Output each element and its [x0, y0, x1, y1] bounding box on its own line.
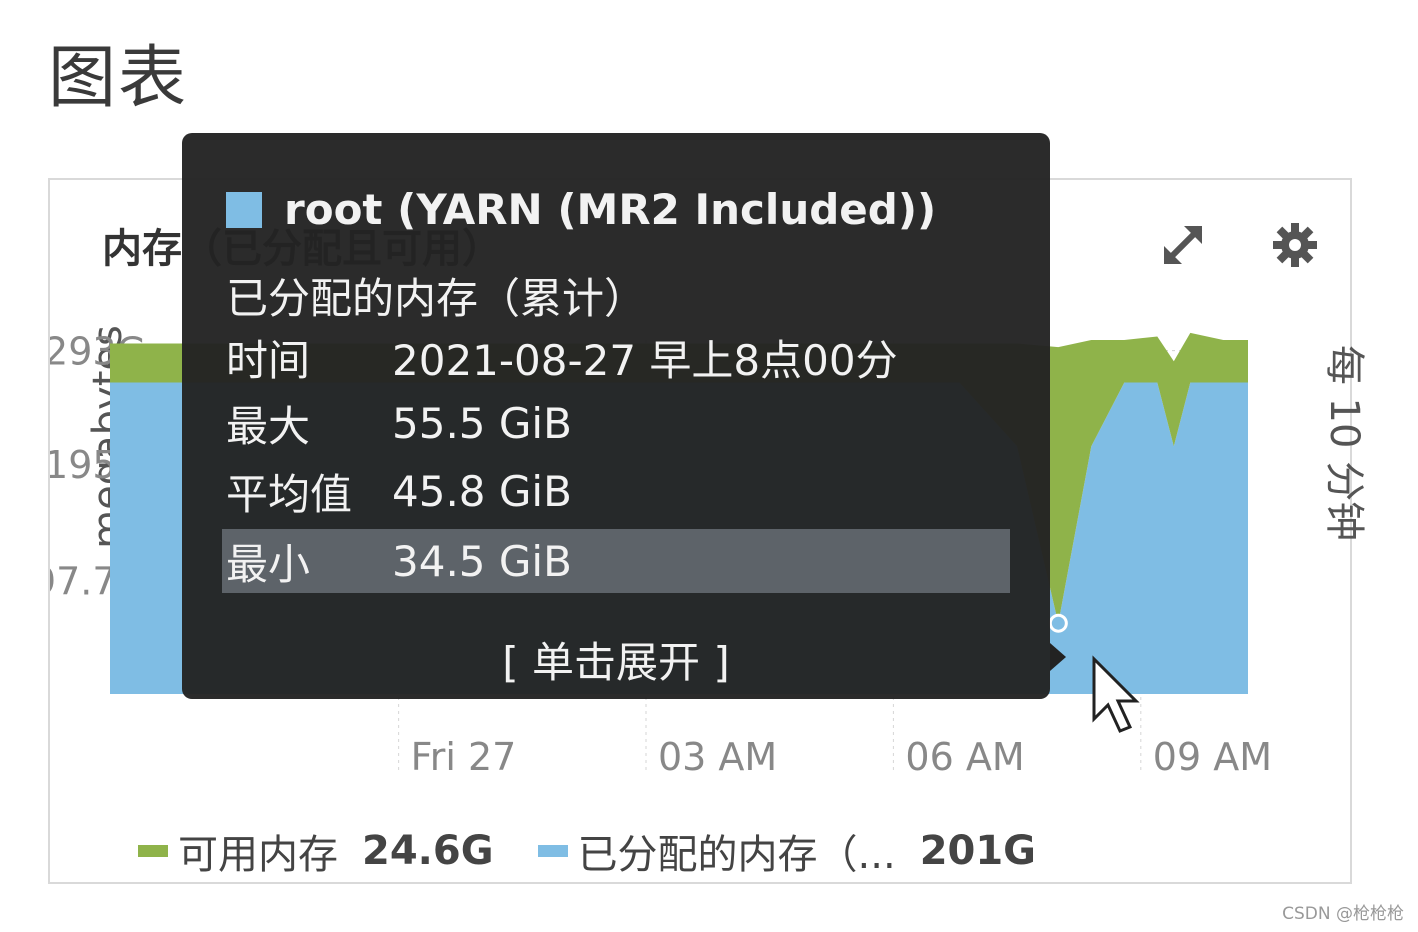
tooltip-value: 2021-08-27 早上8点00分: [392, 335, 898, 385]
tooltip-series-swatch: [226, 191, 262, 228]
chart-tooltip: root (YARN (MR2 Included)) 已分配的内存（累计） 时间…: [182, 133, 1066, 699]
legend-label-available[interactable]: 可用内存: [178, 822, 338, 880]
tooltip-series-name: root (YARN (MR2 Included)): [284, 185, 937, 234]
legend-swatch-allocated: [537, 845, 568, 857]
tooltip-value: 45.8 GiB: [392, 466, 572, 516]
tooltip-series: root (YARN (MR2 Included)): [226, 185, 936, 234]
x-tick-label: 06 AM: [905, 735, 1024, 779]
tooltip-key: 最小: [226, 539, 311, 589]
tooltip-row-max: 最大 55.5 GiB: [226, 391, 572, 455]
tooltip-row-time: 时间 2021-08-27 早上8点00分: [226, 325, 898, 389]
tooltip-row-min: 最小 34.5 GiB: [222, 529, 1010, 593]
tooltip-metric: 已分配的内存（累计）: [226, 274, 647, 323]
legend-swatch-available: [138, 845, 168, 857]
legend-value-available: 24.6G: [362, 828, 494, 874]
x-tick-label: 09 AM: [1153, 735, 1272, 779]
tooltip-row-avg: 平均值 45.8 GiB: [226, 459, 572, 523]
tooltip-key: 最大: [226, 401, 311, 451]
mouse-cursor-icon: [1092, 655, 1140, 733]
tooltip-value: 55.5 GiB: [392, 398, 572, 448]
tooltip-key: 时间: [226, 335, 311, 385]
watermark: CSDN @枪枪枪: [1282, 904, 1404, 924]
x-tick-label: 03 AM: [658, 735, 777, 779]
legend-label-allocated[interactable]: 已分配的内存（...: [578, 822, 896, 880]
hover-point: [1048, 613, 1068, 633]
tooltip-key: 平均值: [226, 469, 353, 519]
legend-value-allocated: 201G: [919, 828, 1037, 874]
x-tick-label: Fri 27: [411, 735, 517, 779]
tooltip-expand-link[interactable]: [ 单击展开 ]: [182, 629, 1050, 690]
page-title: 图表: [48, 39, 189, 118]
tooltip-value: 34.5 GiB: [392, 536, 572, 586]
legend: 可用内存 24.6G 已分配的内存（... 201G: [138, 822, 1080, 880]
